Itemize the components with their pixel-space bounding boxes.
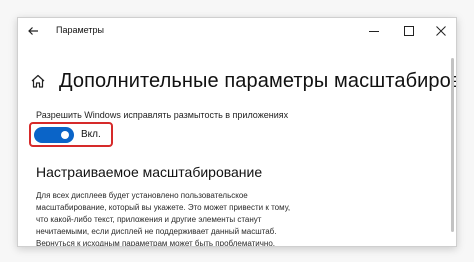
section-description: Для всех дисплеев будет установлено поль… [36, 190, 336, 247]
toggle-state-label: Вкл. [81, 129, 101, 140]
home-icon[interactable] [30, 73, 46, 89]
title-bar: Параметры [18, 18, 456, 44]
description-line: Вернуться к исходным параметрам может бы… [36, 239, 276, 247]
minimize-icon [369, 31, 379, 32]
description-line: Для всех дисплеев будет установлено поль… [36, 191, 248, 200]
description-line: нечитаемыми, если дисплей не поддерживае… [36, 227, 277, 236]
page-header: Дополнительные параметры масштабирования [30, 68, 457, 94]
close-icon [436, 26, 446, 36]
maximize-button[interactable] [394, 20, 424, 42]
maximize-icon [404, 26, 414, 36]
page-title: Дополнительные параметры масштабирования [59, 69, 457, 92]
minimize-button[interactable] [359, 20, 389, 42]
toggle-knob [61, 131, 69, 139]
scrollbar[interactable] [451, 58, 454, 232]
description-line: масштабирование, который вы укажете. Это… [36, 203, 291, 212]
fix-blur-toggle[interactable] [34, 127, 74, 143]
settings-window: Параметры Дополнительные параметры масшт… [17, 17, 457, 247]
description-line: что какой-либо текст, приложения и други… [36, 215, 262, 224]
close-button[interactable] [426, 20, 456, 42]
toggle-caption: Разрешить Windows исправлять размытость … [36, 110, 289, 120]
section-heading: Настраиваемое масштабирование [36, 164, 263, 180]
back-button[interactable] [22, 21, 44, 41]
window-title: Параметры [56, 25, 104, 35]
back-arrow-icon [28, 27, 38, 35]
